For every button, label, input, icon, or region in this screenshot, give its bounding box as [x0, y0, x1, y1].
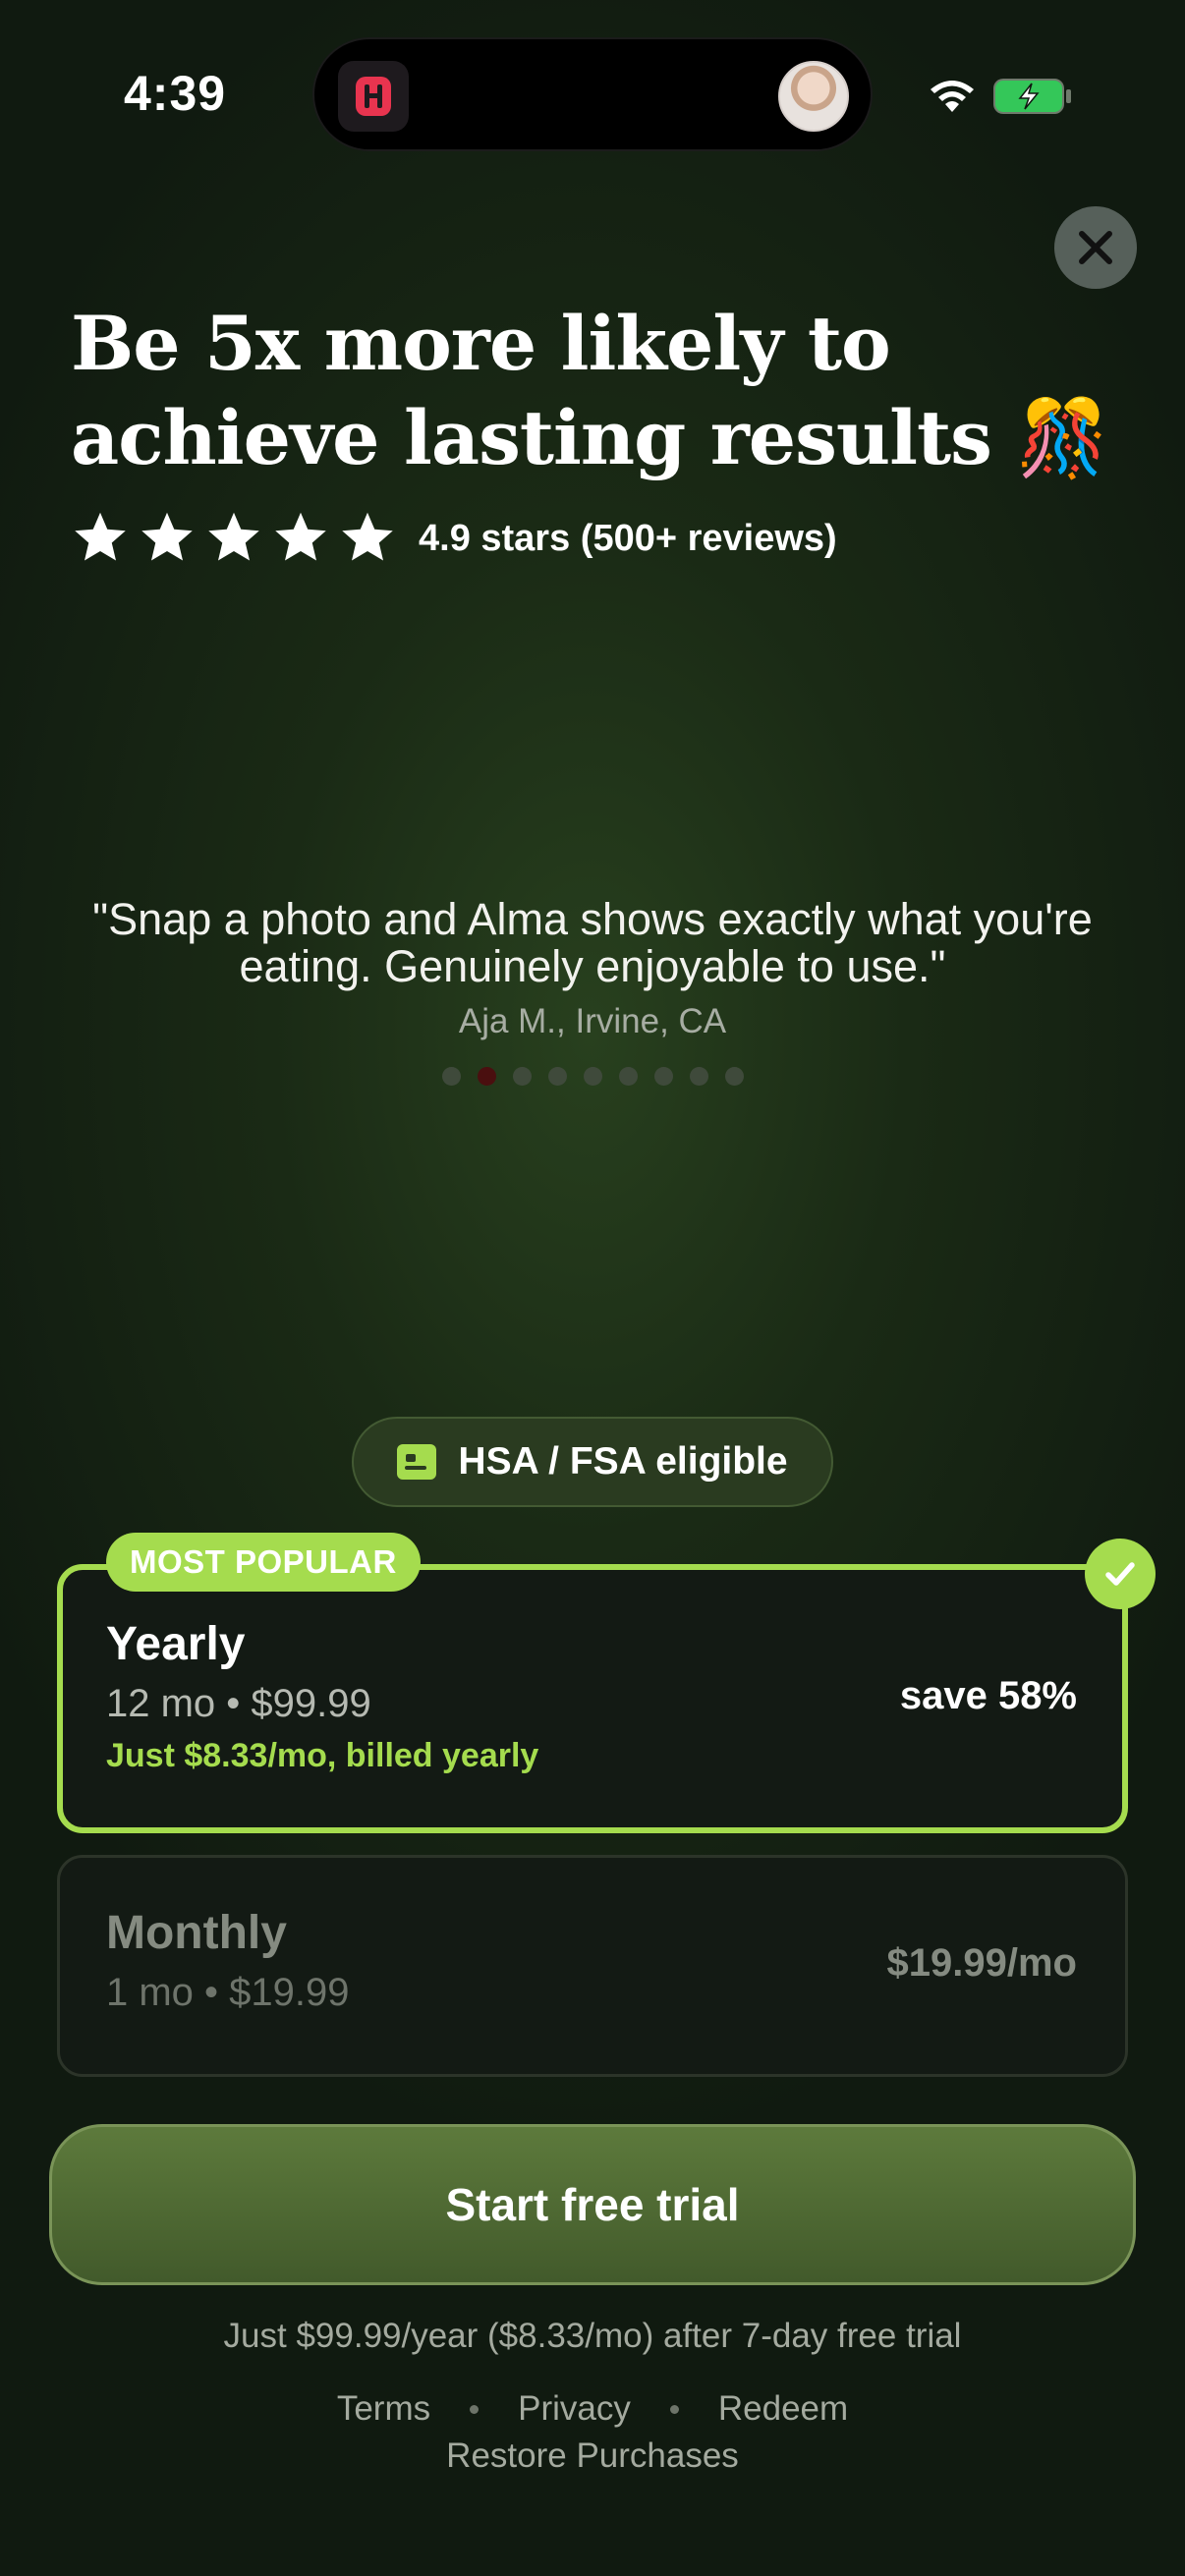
rating-text: 4.9 stars (500+ reviews)	[419, 517, 837, 559]
carousel-dot[interactable]	[441, 1067, 461, 1086]
start-trial-button[interactable]: Start free trial	[49, 2124, 1136, 2285]
carousel-dot[interactable]	[724, 1067, 744, 1086]
privacy-link[interactable]: Privacy	[518, 2389, 631, 2429]
star-icon	[275, 512, 326, 561]
carousel-dot[interactable]	[653, 1067, 673, 1086]
rating-row: 4.9 stars (500+ reviews)	[71, 509, 837, 568]
yearly-save: save 58%	[899, 1674, 1077, 1717]
page-title: Be 5x more likely to achieve lasting res…	[71, 297, 1112, 485]
star-icon	[342, 512, 393, 561]
dynamic-island	[312, 37, 873, 151]
yearly-sub: 12 mo • $99.99	[106, 1682, 371, 1725]
yearly-name: Yearly	[106, 1618, 246, 1670]
star-icon	[208, 512, 259, 561]
restore-purchases-link[interactable]: Restore Purchases	[0, 2436, 1185, 2476]
selected-check-icon	[1085, 1539, 1156, 1609]
card-icon	[397, 1444, 437, 1480]
app-icon	[338, 61, 409, 132]
wifi-icon	[931, 81, 974, 112]
carousel-dot[interactable]	[477, 1067, 496, 1086]
carousel-dot[interactable]	[618, 1067, 638, 1086]
carousel-dots[interactable]	[0, 1067, 1185, 1086]
separator-dot	[470, 2404, 480, 2414]
carousel-dot[interactable]	[547, 1067, 567, 1086]
close-button[interactable]	[1054, 206, 1137, 289]
hsa-label: HSA / FSA eligible	[458, 1440, 788, 1483]
carousel-dot[interactable]	[583, 1067, 602, 1086]
headline-text: Be 5x more likely to achieve lasting res…	[71, 300, 992, 481]
separator-dot	[669, 2404, 679, 2414]
confetti-emoji: 🎊	[1016, 394, 1109, 481]
yearly-note: Just $8.33/mo, billed yearly	[106, 1737, 539, 1774]
close-icon	[1079, 231, 1112, 264]
star-icon	[75, 512, 126, 561]
status-time: 4:39	[124, 66, 227, 121]
redeem-link[interactable]: Redeem	[718, 2389, 848, 2429]
avatar	[778, 61, 849, 132]
monthly-name: Monthly	[106, 1907, 287, 1959]
monthly-price: $19.99/mo	[886, 1941, 1077, 1985]
trial-fine-print: Just $99.99/year ($8.33/mo) after 7-day …	[223, 2317, 962, 2355]
carousel-dot[interactable]	[689, 1067, 708, 1086]
footer-links: Terms Privacy Redeem	[0, 2389, 1185, 2429]
battery-charging-icon	[993, 79, 1071, 114]
star-icon	[141, 512, 193, 561]
hsa-fsa-badge: HSA / FSA eligible	[352, 1417, 833, 1507]
monthly-sub: 1 mo • $19.99	[106, 1971, 350, 2014]
carousel-dot[interactable]	[512, 1067, 532, 1086]
testimonial-author: Aja M., Irvine, CA	[458, 1002, 727, 1040]
most-popular-tag: MOST POPULAR	[106, 1533, 421, 1592]
testimonial-quote: "Snap a photo and Alma shows exactly wha…	[92, 894, 1093, 991]
terms-link[interactable]: Terms	[337, 2389, 430, 2429]
